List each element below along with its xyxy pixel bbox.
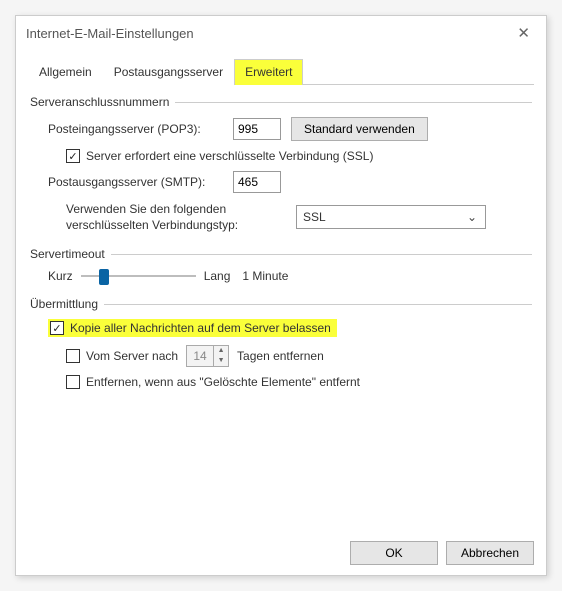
enc-type-select[interactable]: SSL ⌄	[296, 205, 486, 229]
timeout-slider[interactable]	[81, 275, 196, 277]
tab-advanced[interactable]: Erweitert	[234, 59, 303, 85]
slider-thumb-icon	[99, 269, 109, 285]
days-value: 14	[187, 349, 213, 363]
footer: OK Abbrechen	[16, 531, 546, 575]
ok-button[interactable]: OK	[350, 541, 438, 565]
remove-after-post: Tagen entfernen	[237, 349, 324, 363]
smtp-port-input[interactable]	[233, 171, 281, 193]
row-remove-deleted: Entfernen, wenn aus "Gelöschte Elemente"…	[66, 375, 532, 389]
content-area: Allgemein Postausgangsserver Erweitert S…	[16, 50, 546, 531]
group-timeout-header: Servertimeout	[30, 247, 532, 261]
timeout-value: 1 Minute	[242, 269, 288, 283]
group-timeout-label: Servertimeout	[30, 247, 111, 261]
checkmark-icon	[66, 149, 80, 163]
default-port-button[interactable]: Standard verwenden	[291, 117, 428, 141]
timeout-short-label: Kurz	[48, 269, 73, 283]
pop3-port-input[interactable]	[233, 118, 281, 140]
leave-copy-label: Kopie aller Nachrichten auf dem Server b…	[70, 321, 331, 335]
remove-after-pre: Vom Server nach	[86, 349, 178, 363]
ssl-incoming-label: Server erfordert eine verschlüsselte Ver…	[86, 149, 373, 163]
titlebar: Internet-E-Mail-Einstellungen ✕	[16, 16, 546, 50]
group-ports-header: Serveranschlussnummern	[30, 95, 532, 109]
checkbox-remove-deleted[interactable]: Entfernen, wenn aus "Gelöschte Elemente"…	[66, 375, 360, 389]
days-stepper[interactable]: 14 ▲ ▼	[186, 345, 229, 367]
enc-type-value: SSL	[303, 210, 326, 224]
row-pop3: Posteingangsserver (POP3): Standard verw…	[48, 117, 532, 141]
checkbox-remove-after[interactable]: Vom Server nach	[66, 349, 178, 363]
row-timeout: Kurz Lang 1 Minute	[48, 269, 532, 283]
window-title: Internet-E-Mail-Einstellungen	[26, 26, 511, 41]
row-smtp: Postausgangsserver (SMTP):	[48, 171, 532, 193]
cancel-button[interactable]: Abbrechen	[446, 541, 534, 565]
row-leave-copy: Kopie aller Nachrichten auf dem Server b…	[48, 319, 532, 337]
smtp-label: Postausgangsserver (SMTP):	[48, 175, 233, 189]
group-ports-label: Serveranschlussnummern	[30, 95, 175, 109]
chevron-down-icon: ▼	[214, 356, 228, 366]
tab-outgoing[interactable]: Postausgangsserver	[103, 59, 234, 85]
group-ports: Serveranschlussnummern Posteingangsserve…	[30, 95, 532, 233]
chevron-down-icon: ⌄	[463, 210, 481, 224]
checkbox-ssl-incoming[interactable]: Server erfordert eine verschlüsselte Ver…	[66, 149, 373, 163]
checkbox-empty-icon	[66, 375, 80, 389]
timeout-long-label: Lang	[204, 269, 231, 283]
row-enc-type: Verwenden Sie den folgenden verschlüssel…	[66, 201, 532, 233]
group-delivery: Übermittlung Kopie aller Nachrichten auf…	[30, 297, 532, 389]
checkbox-empty-icon	[66, 349, 80, 363]
checkbox-leave-copy[interactable]: Kopie aller Nachrichten auf dem Server b…	[48, 319, 337, 337]
close-icon[interactable]: ✕	[511, 20, 536, 46]
enc-type-label: Verwenden Sie den folgenden verschlüssel…	[66, 201, 296, 233]
row-ssl-incoming: Server erfordert eine verschlüsselte Ver…	[66, 149, 532, 163]
pop3-label: Posteingangsserver (POP3):	[48, 122, 233, 136]
row-remove-after: Vom Server nach 14 ▲ ▼ Tagen entfernen	[66, 345, 532, 367]
dialog-window: Internet-E-Mail-Einstellungen ✕ Allgemei…	[15, 15, 547, 576]
group-delivery-header: Übermittlung	[30, 297, 532, 311]
checkmark-icon	[50, 321, 64, 335]
tab-general[interactable]: Allgemein	[28, 59, 103, 85]
chevron-up-icon: ▲	[214, 346, 228, 356]
group-delivery-label: Übermittlung	[30, 297, 104, 311]
tabstrip: Allgemein Postausgangsserver Erweitert	[28, 58, 534, 85]
remove-deleted-label: Entfernen, wenn aus "Gelöschte Elemente"…	[86, 375, 360, 389]
group-timeout: Servertimeout Kurz Lang 1 Minute	[30, 247, 532, 283]
